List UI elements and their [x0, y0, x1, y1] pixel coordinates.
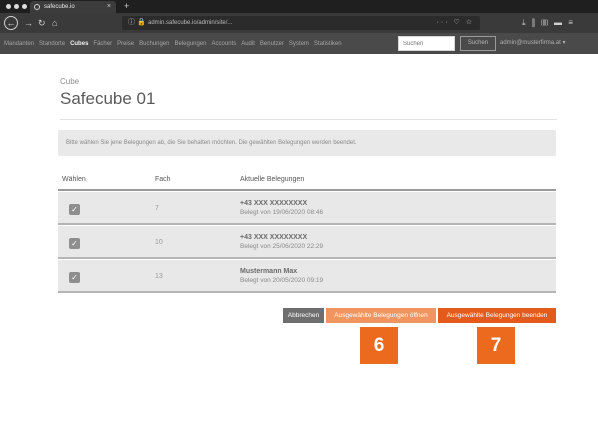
- fach-number: 7: [155, 205, 159, 212]
- nav-item-audit[interactable]: Audit: [241, 41, 255, 47]
- window-controls[interactable]: [6, 4, 27, 9]
- occupancy-date: Belegt von 20/05/2020 09:19: [240, 277, 324, 284]
- user-menu[interactable]: admin@musterfirma.at ▾: [500, 33, 565, 54]
- nav-item-buchungen[interactable]: Buchungen: [139, 41, 169, 47]
- search-button[interactable]: Suchen: [460, 36, 496, 51]
- fach-number: 10: [155, 239, 163, 246]
- tab-close-icon[interactable]: ×: [107, 1, 111, 13]
- column-header-fach: Fach: [155, 176, 171, 183]
- nav-item-benutzer[interactable]: Benutzer: [260, 41, 284, 47]
- fach-number: 13: [155, 273, 163, 280]
- forward-icon[interactable]: →: [24, 16, 33, 30]
- row-checkbox[interactable]: ✓: [69, 204, 80, 215]
- lock-icon: ⓘ 🔒: [128, 19, 146, 26]
- column-header-select: Wählen: [62, 176, 86, 183]
- back-icon[interactable]: ←: [4, 16, 18, 30]
- breadcrumb[interactable]: Cube: [60, 77, 79, 86]
- occupant-name: Mustermann Max: [240, 268, 298, 275]
- favicon-icon: [34, 4, 40, 10]
- occupancy-date: Belegt von 19/06/2020 08:46: [240, 209, 324, 216]
- cancel-button[interactable]: Abbrechen: [283, 308, 324, 323]
- nav-item-cubes[interactable]: Cubes: [70, 41, 88, 47]
- callout-marker-6: 6: [360, 327, 398, 364]
- column-header-occupancies: Aktuelle Belegungen: [240, 176, 305, 183]
- browser-tabstrip: safecube.io × +: [0, 0, 598, 13]
- nav-item-standorte[interactable]: Standorte: [39, 41, 65, 47]
- download-icon[interactable]: ⤓: [522, 18, 526, 27]
- nav-item-belegungen[interactable]: Belegungen: [174, 41, 206, 47]
- table-row: ✓ 10 +43 XXX XXXXXXXX Belegt von 25/06/2…: [58, 226, 556, 259]
- menu-icon[interactable]: ≡: [568, 18, 573, 27]
- row-checkbox[interactable]: ✓: [69, 238, 80, 249]
- row-checkbox[interactable]: ✓: [69, 272, 80, 283]
- tab-title: safecube.io: [44, 4, 75, 10]
- nav-item-preise[interactable]: Preise: [117, 41, 134, 47]
- occupant-name: +43 XXX XXXXXXXX: [240, 200, 308, 207]
- browser-navbar: ← → ↻ ⌂ ⓘ 🔒 admin.safecube.io/admin/site…: [0, 13, 598, 33]
- nav-item-fächer[interactable]: Fächer: [93, 41, 112, 47]
- open-selected-button[interactable]: Ausgewählte Belegungen öffnen: [326, 308, 436, 323]
- nav-item-accounts[interactable]: Accounts: [212, 41, 237, 47]
- sidebar-icon[interactable]: ▥: [542, 18, 548, 27]
- maximize-window-icon[interactable]: [22, 4, 27, 9]
- url-text[interactable]: admin.safecube.io/admin/site/...: [148, 16, 232, 30]
- occupant-name: +43 XXX XXXXXXXX: [240, 234, 308, 241]
- info-message: Bitte wählen Sie jene Belegungen ab, die…: [58, 130, 556, 156]
- main-menu: Mandanten Standorte Cubes Fächer Preise Buchu…: [4, 33, 342, 54]
- new-tab-icon[interactable]: +: [124, 0, 129, 13]
- browser-toolbar-icons[interactable]: ⤓ ⫼ ▥ ▬ ≡: [522, 16, 573, 30]
- url-actions[interactable]: ··· ♡ ☆: [437, 16, 474, 30]
- divider: [60, 119, 557, 120]
- nav-item-system[interactable]: System: [289, 41, 309, 47]
- minimize-window-icon[interactable]: [14, 4, 19, 9]
- extension-icon[interactable]: ▬: [554, 18, 562, 27]
- app-navbar: Mandanten Standorte Cubes Fächer Preise Buchu…: [0, 33, 598, 54]
- table-header: Wählen Fach Aktuelle Belegungen: [58, 172, 556, 191]
- nav-item-statistiken[interactable]: Statistiken: [314, 41, 342, 47]
- address-bar[interactable]: ⓘ 🔒 admin.safecube.io/admin/site/... ···…: [122, 16, 480, 30]
- close-window-icon[interactable]: [6, 4, 11, 9]
- browser-tab[interactable]: safecube.io ×: [30, 1, 116, 13]
- home-icon[interactable]: ⌂: [52, 16, 57, 30]
- page-title: Safecube 01: [60, 89, 156, 108]
- end-selected-button[interactable]: Ausgewählte Belegungen beenden: [438, 308, 556, 323]
- search-input[interactable]: [398, 36, 455, 51]
- reload-icon[interactable]: ↻: [38, 16, 46, 30]
- table-row: ✓ 7 +43 XXX XXXXXXXX Belegt von 19/06/20…: [58, 192, 556, 225]
- occupancy-date: Belegt von 25/06/2020 22:29: [240, 243, 324, 250]
- callout-marker-7: 7: [477, 327, 515, 364]
- table-row: ✓ 13 Mustermann Max Belegt von 20/05/202…: [58, 260, 556, 293]
- nav-item-mandanten[interactable]: Mandanten: [4, 41, 34, 47]
- library-icon[interactable]: ⫼: [532, 18, 536, 27]
